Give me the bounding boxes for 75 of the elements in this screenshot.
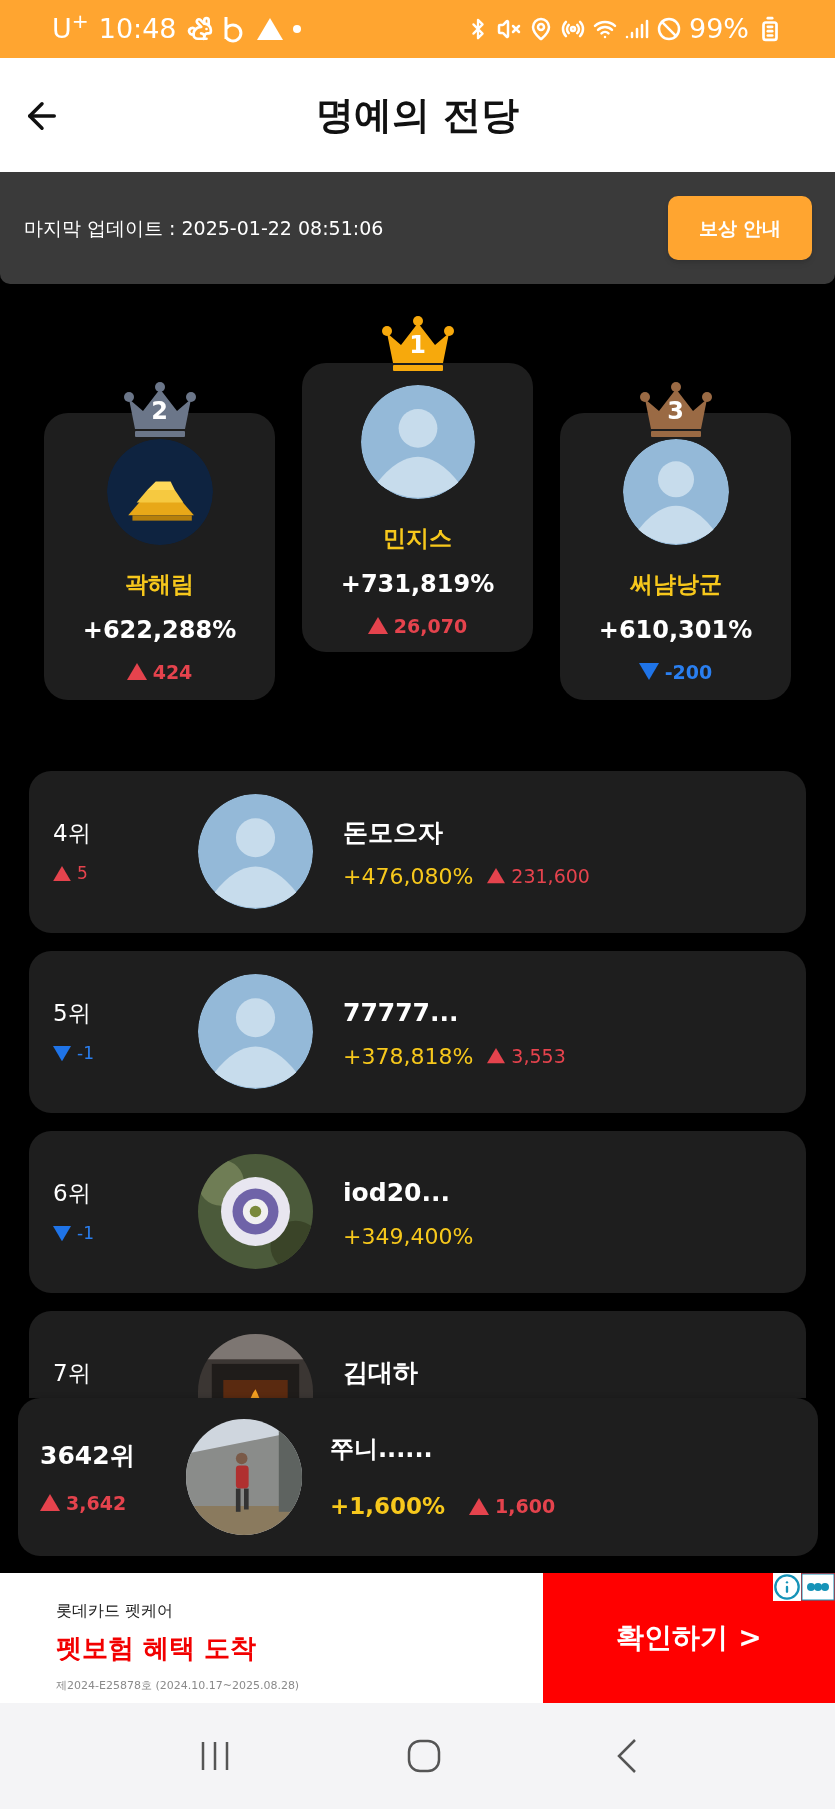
crown-rank: 3	[666, 399, 685, 423]
clock-time: 10:48	[98, 11, 177, 46]
ad-banner[interactable]: 롯데카드 펫케어 펫보험 혜택 도착 제2024-E25878호 (2024.10.17~2025.08.28) 확인하기 >	[0, 1573, 835, 1703]
ranking-row[interactable]: 7위 김대하	[29, 1311, 806, 1398]
page-title: 명예의 전당	[315, 91, 520, 139]
default-avatar-icon	[198, 794, 313, 909]
home-icon[interactable]	[406, 1739, 441, 1773]
up-triangle-icon	[126, 663, 147, 681]
up-triangle-icon	[469, 1497, 490, 1515]
back-icon[interactable]	[615, 1738, 638, 1774]
my-rank-label: 3642위	[40, 1440, 136, 1472]
player-name: iod20...	[343, 1177, 451, 1209]
info-icon[interactable]	[773, 1573, 801, 1601]
crown-rank: 2	[150, 399, 169, 423]
rank-change: -1	[77, 1041, 94, 1065]
ranking-row[interactable]: 4위 5 돈모으자 +476,080% 231,600	[29, 771, 806, 933]
rank-label: 7위	[53, 1359, 92, 1388]
up-triangle-icon	[40, 1494, 60, 1512]
return-percent: +378,818%	[343, 1042, 474, 1071]
down-triangle-icon	[53, 1045, 71, 1061]
dot-icon	[292, 25, 301, 33]
carrier-label: U$^{+}$	[52, 8, 89, 46]
player-name: 김대하	[343, 1357, 418, 1389]
block-icon	[657, 17, 681, 41]
down-triangle-icon	[638, 663, 659, 681]
player-name: 돈모으자	[343, 817, 444, 849]
crown-rank: 1	[408, 333, 427, 357]
rank-change: 3,642	[66, 1490, 127, 1516]
return-percent: +610,301%	[598, 614, 753, 646]
last-update-text: 마지막 업데이트 : 2025-01-22 08:51:06	[24, 215, 384, 241]
mute-icon	[497, 17, 521, 41]
up-triangle-icon	[53, 865, 71, 881]
rank-label: 6위	[53, 1179, 92, 1208]
change-value: 424	[152, 659, 193, 685]
return-percent: +622,288%	[82, 614, 237, 646]
crown-icon	[122, 381, 197, 439]
ad-headline: 펫보험 혜택 도착	[56, 1632, 258, 1665]
return-percent: +731,819%	[340, 568, 495, 600]
player-name: 민지스	[383, 524, 452, 553]
ranking-row[interactable]: 6위 -1 iod20... +349,400%	[29, 1131, 806, 1293]
up-triangle-icon	[367, 617, 388, 635]
ranking-row[interactable]: 5위 -1 77777... +378,818% 3,553	[29, 951, 806, 1113]
crown-icon	[638, 381, 713, 439]
score-change: 231,600	[511, 863, 590, 889]
score-change: 1,600	[495, 1493, 556, 1519]
change-value: -200	[664, 659, 713, 685]
default-avatar-icon	[360, 385, 475, 499]
ad-brand: 롯데카드 펫케어	[56, 1600, 175, 1622]
rank-label: 5위	[53, 999, 92, 1028]
change-value: 26,070	[393, 613, 468, 639]
rank-change: -1	[77, 1221, 94, 1245]
signal-icon	[625, 17, 649, 41]
rabbit-icon	[186, 16, 213, 42]
default-avatar-icon	[622, 439, 729, 545]
warning-triangle-icon	[256, 18, 283, 40]
down-triangle-icon	[53, 1225, 71, 1241]
player-name: 곽해림	[125, 570, 194, 599]
default-avatar-icon	[198, 974, 313, 1089]
player-name: 써냠낭군	[629, 570, 722, 599]
return-percent: +349,400%	[343, 1222, 474, 1251]
more-icon[interactable]	[801, 1573, 835, 1601]
location-icon	[529, 17, 553, 41]
player-name: 77777...	[343, 997, 460, 1029]
rank-change: 5	[77, 861, 88, 885]
rank-label: 4위	[53, 819, 92, 848]
return-percent: +1,600%	[330, 1491, 446, 1521]
ad-cta-button[interactable]: 확인하기 >	[543, 1573, 835, 1703]
score-change: 3,553	[511, 1043, 566, 1069]
return-percent: +476,080%	[343, 862, 474, 891]
battery-percent: 99%	[689, 11, 749, 46]
player-name: 쭈니......	[330, 1433, 434, 1465]
up-triangle-icon	[487, 868, 506, 884]
crown-icon	[380, 315, 455, 373]
up-triangle-icon	[487, 1048, 506, 1064]
ad-fine-print: 제2024-E25878호 (2024.10.17~2025.08.28)	[56, 1678, 301, 1694]
